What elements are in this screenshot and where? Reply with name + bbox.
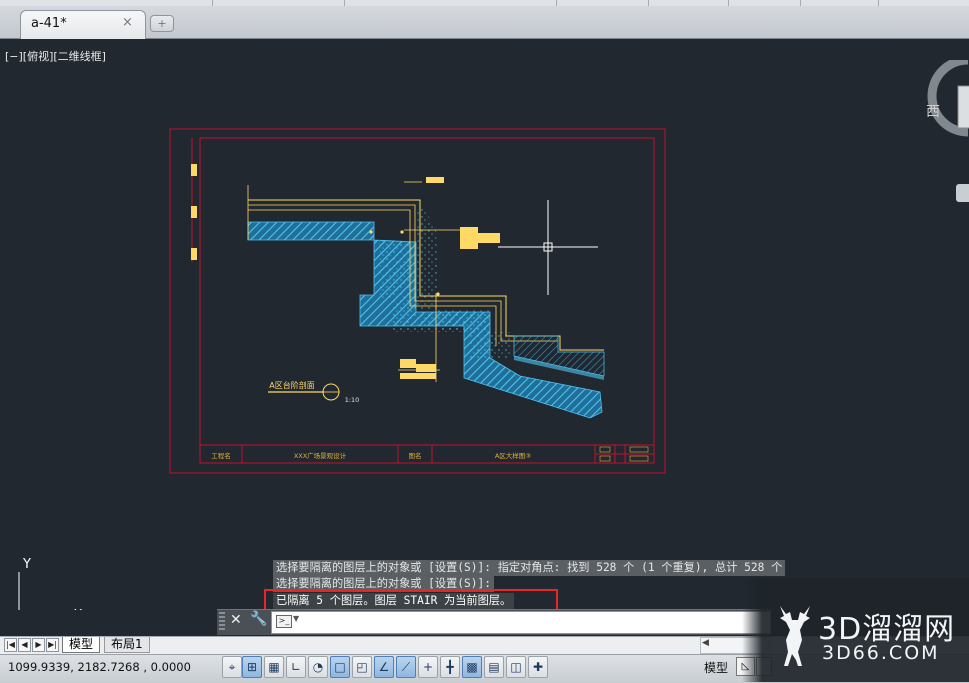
- next-layout-arrow-icon[interactable]: ▶: [32, 638, 45, 652]
- close-icon[interactable]: ×: [122, 15, 133, 30]
- command-history-line: 选择要隔离的图层上的对象或 [设置(S)]: 指定对角点: 找到 528 个 (…: [273, 560, 786, 576]
- dynamic-input-icon[interactable]: +: [418, 656, 438, 678]
- section-label: A区台阶剖面 1:10: [268, 380, 359, 404]
- ortho-mode-icon[interactable]: ∟: [286, 656, 306, 678]
- grid-display-icon[interactable]: ▦: [264, 656, 284, 678]
- lineweight-icon[interactable]: ╋: [440, 656, 460, 678]
- new-tab-button[interactable]: +: [150, 15, 174, 32]
- tab-layout1[interactable]: 布局1: [104, 637, 150, 653]
- coordinate-readout[interactable]: 1099.9339, 2182.7268 , 0.0000: [8, 660, 191, 674]
- polar-tracking-icon[interactable]: ◔: [308, 656, 328, 678]
- wrench-icon[interactable]: 🔧: [250, 611, 267, 627]
- command-input[interactable]: [306, 613, 761, 630]
- titleblock-project-label: 工程名: [211, 451, 231, 460]
- section-scale: 1:10: [345, 396, 360, 404]
- file-tab-a41[interactable]: a-41* ×: [20, 10, 146, 39]
- chevron-down-icon[interactable]: ▼: [293, 614, 299, 623]
- ucs-y-label: Y: [22, 557, 31, 572]
- transparency-icon[interactable]: ▩: [462, 656, 482, 678]
- crosshair-cursor: [498, 200, 598, 295]
- model-space-label[interactable]: 模型: [704, 659, 728, 676]
- 3d-object-snap-icon[interactable]: ◰: [352, 656, 372, 678]
- viewcube-wcs-menu[interactable]: [956, 184, 969, 202]
- ucs-icon: Y X: [18, 557, 83, 610]
- annotation-monitor-icon[interactable]: ✚: [528, 656, 548, 678]
- command-prompt-icon[interactable]: >_: [276, 615, 292, 628]
- quick-properties-icon[interactable]: ▤: [484, 656, 504, 678]
- titleblock-sheet-label: 图名: [409, 451, 422, 460]
- last-layout-arrow-icon[interactable]: ▶|: [46, 638, 59, 652]
- section-title: A区台阶剖面: [269, 380, 314, 390]
- selection-cycling-icon[interactable]: ◫: [506, 656, 526, 678]
- deer-logo-icon: [780, 606, 810, 666]
- title-block: 工程名 XXX广场景观设计 图名 A区大样图③: [200, 444, 654, 463]
- infer-constraints-icon[interactable]: ⌖: [222, 656, 242, 678]
- scroll-left-arrow-icon[interactable]: ◀: [702, 638, 709, 648]
- snap-mode-icon[interactable]: ⊞: [242, 656, 262, 678]
- close-icon[interactable]: ✕: [230, 612, 242, 628]
- object-snap-tracking-icon[interactable]: ∠: [374, 656, 394, 678]
- first-layout-arrow-icon[interactable]: |◀: [4, 638, 17, 652]
- file-tab-label: a-41*: [31, 16, 67, 31]
- viewcube-west-label[interactable]: 西: [926, 101, 940, 121]
- titleblock-project-name: XXX广场景观设计: [294, 451, 347, 460]
- tab-model[interactable]: 模型: [62, 637, 101, 653]
- dynamic-ucs-icon[interactable]: ⟋: [396, 656, 416, 678]
- watermark-brand-en: 3D66.COM: [822, 642, 940, 664]
- titleblock-sheet-name: A区大样图③: [495, 451, 531, 460]
- ucs-x-label: X: [74, 608, 83, 610]
- prev-layout-arrow-icon[interactable]: ◀: [18, 638, 31, 652]
- grip-handle[interactable]: [219, 612, 225, 630]
- object-snap-icon[interactable]: □: [330, 656, 350, 678]
- drawing-canvas[interactable]: 工程名 XXX广场景观设计 图名 A区大样图③ A区台阶剖面 1:10 Y: [0, 40, 969, 610]
